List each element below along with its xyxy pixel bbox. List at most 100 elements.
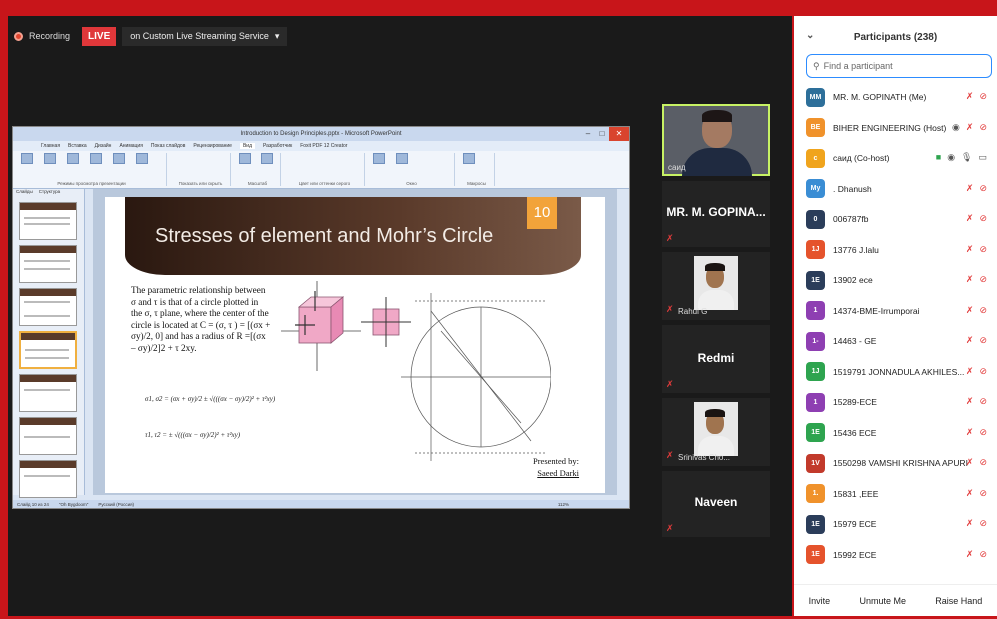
zoom-button[interactable]: [235, 153, 255, 165]
participant-row[interactable]: 1E 15979 ECE ✗ ⊘: [794, 509, 997, 540]
participant-row[interactable]: 1J 13776 J.lalu ✗ ⊘: [794, 235, 997, 266]
avatar: 1J: [806, 362, 825, 382]
tile-name: Redmi: [697, 351, 735, 365]
new-window-button[interactable]: [369, 153, 389, 165]
ribbon-tab[interactable]: Foxit PDF 12 Creator: [300, 143, 347, 149]
tile-name: саид: [668, 163, 686, 172]
participant-row[interactable]: 1. 15831 ,EEE ✗ ⊘: [794, 479, 997, 510]
fit-button[interactable]: [258, 153, 278, 165]
video-tile[interactable]: MR. M. GOPINA... ✗: [662, 181, 770, 247]
ribbon-tab[interactable]: Анимация: [119, 143, 142, 149]
ribbon-button[interactable]: [132, 153, 152, 165]
record-icon: [14, 31, 23, 41]
search-placeholder: Find a participant: [823, 61, 893, 71]
invite-button[interactable]: Invite: [803, 593, 837, 609]
mic-muted-icon: ✗: [965, 335, 974, 345]
ribbon-button[interactable]: [40, 153, 60, 165]
participant-row[interactable]: 1E 13902 ece ✗ ⊘: [794, 265, 997, 296]
participant-row[interactable]: 1V 1550298 VAMSHI KRISHNA APURI ✗ ⊘: [794, 448, 997, 479]
mic-muted-icon: ✗: [965, 182, 974, 193]
recording-label[interactable]: Recording: [29, 31, 70, 41]
participant-status-icons: ✗ ⊘: [966, 305, 987, 316]
participant-name: MR. M. GOPINATH (Me): [833, 92, 927, 103]
ribbon-group: Масштаб: [235, 153, 281, 186]
slide-canvas[interactable]: Stresses of element and Mohr’s Circle 10…: [105, 197, 605, 493]
mic-on-icon: 🎙: [961, 152, 973, 162]
macros-button[interactable]: [459, 153, 479, 165]
pane-tab-slides[interactable]: Слайды: [16, 189, 33, 197]
principal-stress-equation: σ1, σ2 = (σx + σy)/2 ± √(((σx − σy)/2)² …: [145, 395, 276, 403]
avatar: 1E: [806, 423, 825, 443]
participants-header: ⌄ Participants (238): [794, 16, 997, 58]
participant-row[interactable]: 1 14374-BME-Irrumporai ✗ ⊘: [794, 296, 997, 327]
slide-thumbnail[interactable]: [19, 417, 77, 455]
ribbon-tab[interactable]: Разработчик: [263, 143, 292, 149]
mic-muted-icon: ✗: [965, 396, 974, 406]
switch-window-button[interactable]: [392, 153, 412, 165]
meeting-area: Recording LIVE on Custom Live Streaming …: [8, 16, 792, 616]
avatar: My: [806, 179, 825, 199]
shared-screen: Introduction to Design Principles.pptx -…: [12, 126, 630, 509]
ribbon-tab[interactable]: Показ слайдов: [151, 143, 185, 149]
participant-name: 15831 ,EEE: [833, 488, 879, 499]
ribbon-button[interactable]: [86, 153, 106, 165]
video-tile[interactable]: Redmi ✗: [662, 325, 770, 393]
pane-tab-outline[interactable]: Структура: [39, 189, 60, 197]
close-icon[interactable]: ✕: [609, 127, 629, 141]
ribbon-button[interactable]: [63, 153, 83, 165]
chevron-down-icon[interactable]: ⌄: [806, 30, 814, 41]
participant-row[interactable]: 1- 14463 - GE ✗ ⊘: [794, 326, 997, 357]
slide-thumbnail[interactable]: [19, 202, 77, 240]
ribbon-tab[interactable]: Главная: [41, 143, 60, 149]
ribbon-button[interactable]: [17, 153, 37, 165]
participant-status-icons: ✗ ⊘: [966, 335, 987, 346]
video-tile-active-speaker[interactable]: саид: [662, 104, 770, 176]
raise-hand-button[interactable]: Raise Hand: [929, 593, 988, 609]
slide-thumbnail[interactable]: [19, 374, 77, 412]
slide-thumbnail[interactable]: [19, 288, 77, 326]
ribbon-tab[interactable]: Вставка: [68, 143, 87, 149]
mic-muted-icon: ✗: [965, 121, 974, 132]
ribbon-group: Режимы просмотра презентации: [17, 153, 167, 186]
participant-row[interactable]: 1E 15436 ECE ✗ ⊘: [794, 418, 997, 449]
participant-row[interactable]: My. Dhanush ✗ ⊘: [794, 174, 997, 205]
ribbon-tab-active[interactable]: Вид: [239, 143, 256, 149]
video-tile[interactable]: ✗ Srinivas Cho...: [662, 398, 770, 466]
participant-name: 006787fb: [833, 214, 869, 225]
participant-row[interactable]: MM MR. M. GOPINATH (Me) ✗ ⊘: [794, 82, 997, 113]
participant-row[interactable]: BE BIHER ENGINEERING (Host) ◉ ✗ ⊘: [794, 113, 997, 144]
participant-row[interactable]: 1E 15992 ECE ✗ ⊘: [794, 540, 997, 571]
slide-thumbnail[interactable]: [19, 460, 77, 498]
video-off-icon: ⊘: [979, 243, 987, 254]
slide-thumbnail[interactable]: [19, 245, 77, 283]
participant-row[interactable]: с саид (Co-host) ■ ◉ 🎙 ▭: [794, 143, 997, 174]
participant-status-icons: ■ ◉ 🎙 ▭: [936, 152, 987, 163]
video-off-icon: ⊘: [979, 426, 987, 437]
video-off-icon: ⊘: [979, 213, 987, 223]
unmute-me-button[interactable]: Unmute Me: [853, 593, 912, 609]
avatar: 1E: [806, 270, 825, 290]
ribbon-tab[interactable]: Дизайн: [95, 143, 112, 149]
participant-status-icons: ✗ ⊘: [966, 91, 987, 102]
participant-row[interactable]: 1J 1519791 JONNADULA AKHILES... ✗ ⊘: [794, 357, 997, 388]
avatar: 1V: [806, 453, 825, 473]
shear-stress-equation: τ1, τ2 = ± √(((σx − σy)/2)² + τ²xy): [145, 431, 241, 439]
video-tile[interactable]: Naveen ✗: [662, 471, 770, 537]
video-tile[interactable]: ✗ Rahul G: [662, 252, 770, 320]
ribbon-group: Цвет или оттенки серого: [285, 153, 365, 186]
stream-service-dropdown[interactable]: on Custom Live Streaming Service ▾: [122, 26, 288, 46]
ribbon-group-label: Цвет или оттенки серого: [298, 181, 351, 186]
maximize-icon[interactable]: □: [595, 127, 609, 141]
pane-tabs: Слайды Структура: [13, 189, 84, 197]
participant-search-input[interactable]: ⚲ Find a participant: [806, 54, 992, 78]
view-icon: [21, 153, 33, 164]
participant-row[interactable]: 1 15289-ECE ✗ ⊘: [794, 387, 997, 418]
ribbon-tab[interactable]: Рецензирование: [193, 143, 232, 149]
slide-thumbnail-selected[interactable]: [19, 331, 77, 369]
status-zoom[interactable]: 112%: [558, 502, 569, 507]
participant-row[interactable]: 0 006787fb ✗ ⊘: [794, 204, 997, 235]
participant-list: MM MR. M. GOPINATH (Me) ✗ ⊘ BE BIHER ENGINEER…: [794, 82, 997, 570]
minimize-icon[interactable]: –: [581, 127, 595, 141]
participant-name: 13902 ece: [833, 275, 873, 286]
ribbon-button[interactable]: [109, 153, 129, 165]
